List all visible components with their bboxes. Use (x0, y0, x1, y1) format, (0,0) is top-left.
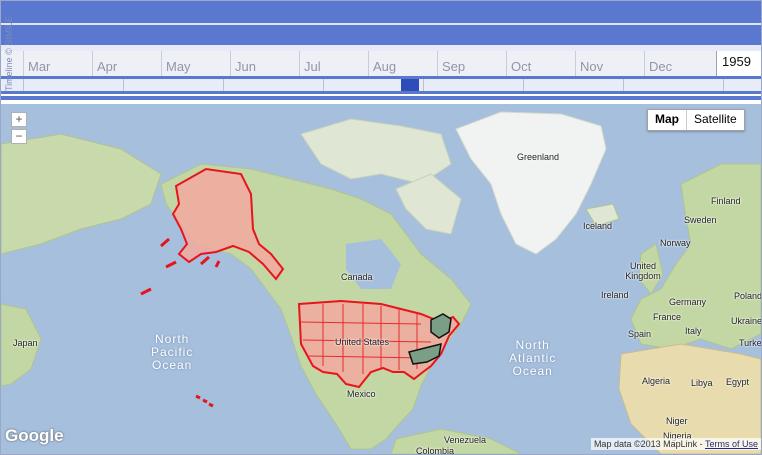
overview-tick (423, 79, 424, 91)
zoom-out-button[interactable]: − (11, 129, 27, 144)
label-poland: Poland (734, 291, 761, 301)
timeline-month: May (161, 51, 230, 76)
label-canada: Canada (341, 272, 373, 282)
month-label: May (166, 59, 191, 74)
timeline-band-mid[interactable] (1, 25, 761, 45)
label-norway: Norway (660, 238, 691, 248)
map-type-satellite-button[interactable]: Satellite (687, 110, 744, 130)
label-north-atlantic-ocean: North Atlantic Ocean (509, 339, 556, 378)
ocean-label-line: Ocean (151, 358, 193, 372)
label-italy: Italy (685, 326, 702, 336)
region-hawaii (195, 394, 214, 408)
map-attribution: Map data ©2013 MapLink - Terms of Use (590, 438, 761, 450)
land-siberia (1, 133, 162, 255)
label-ireland: Ireland (601, 290, 629, 300)
label-mexico: Mexico (347, 389, 376, 399)
timeline-month: Aug (368, 51, 437, 76)
overview-tick (523, 79, 524, 91)
terms-of-use-link[interactable]: Terms of Use (705, 439, 758, 449)
zoom-in-button[interactable]: + (11, 112, 27, 127)
attribution-text: Map data ©2013 MapLink - (593, 439, 705, 449)
timeline-band-top[interactable] (1, 1, 761, 23)
label-algeria: Algeria (642, 376, 671, 386)
overview-tick (23, 79, 24, 91)
timeline-overview-band[interactable] (1, 79, 761, 91)
timeline-month-band[interactable]: Mar Apr May Jun Jul Aug Sep Oct Nov Dec (1, 51, 761, 76)
zoom-control: + − (11, 112, 27, 146)
label-germany: Germany (669, 297, 707, 307)
timeline[interactable]: Mar Apr May Jun Jul Aug Sep Oct Nov Dec … (1, 1, 761, 104)
overview-tick (623, 79, 624, 91)
timeline-credit: Timeline © SIMILE (2, 7, 14, 93)
timeline-month: Apr (92, 51, 161, 76)
label-north-pacific-ocean: North Pacific Ocean (151, 333, 193, 372)
label-united-kingdom: United Kingdom (625, 261, 661, 281)
label-spain: Spain (628, 329, 652, 339)
overview-tick (323, 79, 324, 91)
month-label: Dec (649, 59, 673, 74)
timeline-credit-text: Timeline © SIMILE (4, 16, 14, 91)
timeline-month: Mar (23, 51, 92, 76)
land-greenland (455, 111, 607, 255)
label-colombia: Colombia (416, 446, 455, 454)
label-greenland: Greenland (517, 152, 560, 162)
land-arctic-islands (300, 118, 452, 185)
month-label: Aug (373, 59, 397, 74)
label-finland: Finland (711, 196, 741, 206)
timeline-overview-border (1, 91, 761, 94)
overview-tick (223, 79, 224, 91)
month-label: Mar (28, 59, 51, 74)
timeline-overview-highlight[interactable] (401, 79, 419, 91)
google-logo[interactable]: Google (5, 426, 64, 446)
map-type-control: Map Satellite (647, 109, 745, 131)
timeline-bottom-border (1, 96, 761, 100)
month-label: Apr (97, 59, 118, 74)
timeline-month: Sep (437, 51, 506, 76)
land-baffin (395, 173, 462, 235)
timeline-year-marker: 1959 (716, 51, 761, 76)
label-niger: Niger (666, 416, 688, 426)
timeline-month: Jul (299, 51, 368, 76)
month-label: Oct (511, 59, 532, 74)
label-iceland: Iceland (583, 221, 613, 231)
ocean-label-line: Ocean (512, 364, 553, 378)
timeline-month: Nov (575, 51, 644, 76)
month-label: Jul (304, 59, 321, 74)
overview-tick (123, 79, 124, 91)
month-label: Nov (580, 59, 604, 74)
label-venezuela: Venezuela (444, 435, 487, 445)
map-view[interactable]: + − Map Satellite Greenland Iceland Finl… (1, 104, 761, 454)
timeline-month: Jun (230, 51, 299, 76)
year-label: 1959 (722, 54, 751, 69)
label-sweden: Sweden (684, 215, 717, 225)
app-frame: Mar Apr May Jun Jul Aug Sep Oct Nov Dec … (0, 0, 762, 455)
overview-tick (723, 79, 724, 91)
label-france: France (653, 312, 682, 322)
label-libya: Libya (691, 378, 713, 388)
label-united-states: United States (335, 337, 390, 347)
month-label: Jun (235, 59, 256, 74)
timeline-month: Dec (644, 51, 717, 76)
label-egypt: Egypt (726, 377, 750, 387)
label-japan: Japan (13, 338, 38, 348)
timeline-month: Oct (506, 51, 575, 76)
map-type-map-button[interactable]: Map (648, 110, 687, 130)
month-label: Sep (442, 59, 466, 74)
label-turkey: Turkey (739, 338, 761, 348)
label-ukraine: Ukraine (731, 316, 761, 326)
